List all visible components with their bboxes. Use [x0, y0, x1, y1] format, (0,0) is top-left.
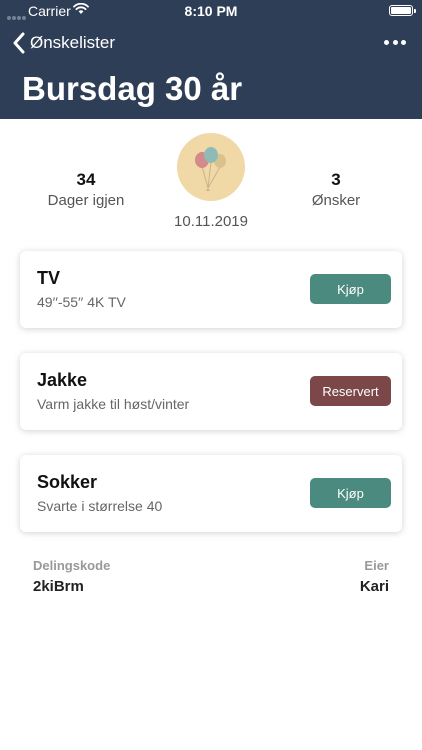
more-dots-icon — [384, 39, 389, 45]
share-code-block: Delingskode 2kiBrm — [33, 558, 110, 595]
event-date: 10.11.2019 — [174, 213, 248, 230]
wishes-count: 3 — [331, 170, 341, 189]
days-left-stat: 34 Dager igjen — [36, 170, 136, 209]
wish-title: Sokker — [37, 472, 98, 492]
wish-card-jakke[interactable]: Jakke Varm jakke til høst/vinter Reserve… — [20, 353, 402, 430]
wish-card-sokker[interactable]: Sokker Svarte i størrelse 40 Kjøp — [20, 455, 402, 532]
wishes-label: Ønsker — [311, 192, 361, 209]
share-code-label: Delingskode — [33, 558, 111, 573]
owner-label: Eier — [364, 558, 389, 573]
avatar — [177, 133, 245, 201]
list-info-footer: Delingskode 2kiBrm Eier Kari — [0, 555, 422, 605]
owner-block: Eier Kari — [360, 558, 389, 595]
share-code-value: 2kiBrm — [33, 578, 84, 595]
balloons-icon — [195, 147, 226, 191]
wish-description: Svarte i størrelse 40 — [37, 498, 163, 514]
wish-card-tv[interactable]: TV 49′′-55′′ 4K TV Kjøp — [20, 251, 402, 328]
wish-title: TV — [37, 268, 61, 288]
back-label: Ønskelister — [30, 33, 116, 52]
page-title: Bursdag 30 år — [22, 70, 243, 107]
wishes-stat: 3 Ønsker — [286, 170, 386, 209]
reserved-button[interactable]: Reservert — [310, 376, 391, 406]
header: Carrier 8:10 PM Ønskelister Bursdag 30 å… — [0, 0, 422, 119]
stats-section: 34 Dager igjen 10.11.2019 3 Ønsker — [0, 119, 422, 239]
chevron-left-icon — [13, 32, 25, 54]
battery-icon — [389, 5, 416, 16]
owner-value: Kari — [359, 578, 389, 595]
wish-description: Varm jakke til høst/vinter — [37, 396, 190, 412]
status-bar: Carrier 8:10 PM — [0, 0, 422, 22]
days-left-label: Dager igjen — [47, 192, 125, 209]
buy-button[interactable]: Kjøp — [310, 478, 391, 508]
wish-title: Jakke — [37, 370, 88, 390]
wish-description: 49′′-55′′ 4K TV — [37, 294, 126, 310]
clock: 8:10 PM — [184, 3, 238, 19]
more-options-button[interactable] — [384, 36, 406, 48]
days-left-value: 34 — [76, 170, 96, 189]
back-button[interactable]: Ønskelister — [12, 31, 115, 55]
buy-button[interactable]: Kjøp — [310, 274, 391, 304]
